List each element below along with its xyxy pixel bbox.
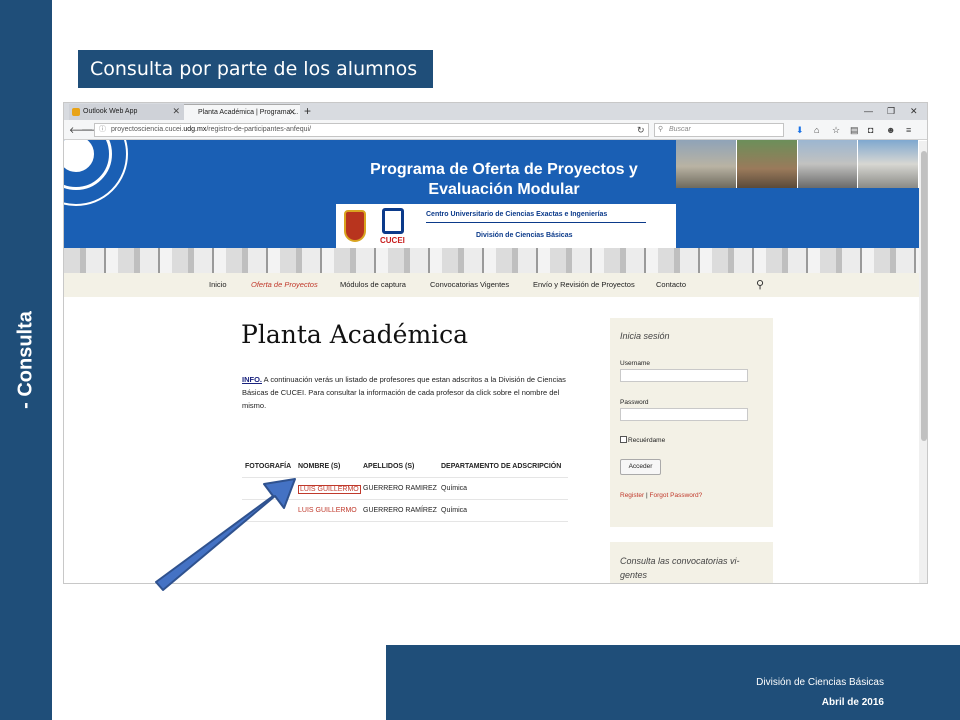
home-icon[interactable]: ⌂ xyxy=(814,123,819,137)
clipboard-icon[interactable]: ▤ xyxy=(850,123,859,137)
circle-decor-icon xyxy=(64,140,128,206)
site-header: Programa de Oferta de Proyectos y Evalua… xyxy=(64,140,919,248)
remember-me[interactable]: Recuérdame xyxy=(620,436,665,444)
cell-surname: GUERRERO RAMÍREZ xyxy=(363,507,437,514)
menu-item-convocatorias[interactable]: Convocatorias Vigentes xyxy=(430,280,509,289)
site-title-line2: Evaluación Modular xyxy=(428,181,580,198)
col-header-name: NOMBRE (S) xyxy=(298,463,341,470)
username-label: Username xyxy=(620,360,650,367)
maximize-icon[interactable]: ❐ xyxy=(887,103,895,119)
slide: - Consulta Consulta por parte de los alu… xyxy=(0,0,960,720)
username-input[interactable] xyxy=(620,369,748,382)
slide-footer: División de Ciencias Básicas Abril de 20… xyxy=(386,645,960,720)
divider xyxy=(426,222,646,223)
info-text: A continuación verás un listado de profe… xyxy=(242,375,566,410)
cell-dept: Química xyxy=(441,485,468,492)
side-bar: - Consulta xyxy=(0,0,52,720)
cucei-logo-text: CUCEI xyxy=(380,236,405,245)
menu-icon[interactable]: ≡ xyxy=(906,123,911,137)
side-label: - Consulta xyxy=(14,311,37,409)
col-header-dept: DEPARTAMENTO DE ADSCRIPCIÓN xyxy=(441,463,562,470)
close-icon[interactable]: ✕ xyxy=(172,104,180,119)
tab-label: Outlook Web App xyxy=(83,108,138,115)
register-link[interactable]: Register xyxy=(620,492,644,499)
professors-table: FOTOGRAFÍA NOMBRE (S) APELLIDOS (S) DEPA… xyxy=(242,456,568,522)
cell-dept: Química xyxy=(441,507,468,514)
col-header-photo: FOTOGRAFÍA xyxy=(245,463,292,470)
campus-photo xyxy=(858,140,919,188)
url-prefix: proyectosciencia.cucei. xyxy=(111,126,184,133)
site-title-line1: Programa de Oferta de Proyectos y xyxy=(370,161,638,178)
remember-label: Recuérdame xyxy=(628,437,666,444)
url-bar[interactable]: ⓘ proyectosciencia.cucei.udg.mx/registro… xyxy=(94,123,649,137)
login-links: Register | Forgot Password? xyxy=(620,492,702,499)
campus-photo xyxy=(797,140,859,188)
cell-surname: GUERRERO RAMIREZ xyxy=(363,485,437,492)
molecule-banner xyxy=(64,248,919,273)
login-widget: Inicia sesión Username Password Recuérda… xyxy=(610,318,773,527)
search-field[interactable]: ⚲ Buscar xyxy=(654,123,784,137)
minimize-icon[interactable]: — xyxy=(864,103,873,119)
logo-line2: División de Ciencias Básicas xyxy=(476,232,573,239)
password-label: Password xyxy=(620,399,649,406)
menu-item-modulos[interactable]: Módulos de captura xyxy=(340,280,406,289)
campus-photo xyxy=(736,140,798,188)
table-header: FOTOGRAFÍA NOMBRE (S) APELLIDOS (S) DEPA… xyxy=(242,456,568,478)
url-domain: udg.mx xyxy=(183,126,207,133)
smiley-icon[interactable]: ☻ xyxy=(886,123,895,137)
scrollbar[interactable] xyxy=(919,141,927,583)
site-menu: Inicio Oferta de Proyectos Módulos de ca… xyxy=(64,273,919,297)
login-title: Inicia sesión xyxy=(620,331,670,341)
campus-photo xyxy=(676,140,737,188)
bookmark-star-icon[interactable]: ☆ xyxy=(832,123,840,137)
search-icon: ⚲ xyxy=(658,126,664,133)
menu-item-envio[interactable]: Envío y Revisión de Proyectos xyxy=(533,280,635,289)
scrollbar-thumb[interactable] xyxy=(921,151,927,441)
site-title: Programa de Oferta de Proyectos y Evalua… xyxy=(334,160,674,200)
close-icon[interactable]: ✕ xyxy=(288,105,296,120)
convocatorias-widget: Consulta las convocatorias vi- gentes xyxy=(610,542,773,583)
footer-division: División de Ciencias Básicas xyxy=(756,677,884,688)
outlook-icon xyxy=(72,108,80,116)
tab-planta-academica[interactable]: Planta Académica | Programa ... ✕ xyxy=(184,104,300,120)
menu-item-oferta[interactable]: Oferta de Proyectos xyxy=(251,280,318,289)
remember-checkbox[interactable] xyxy=(620,436,627,443)
footer-date: Abril de 2016 xyxy=(821,697,884,708)
reload-icon[interactable]: ↻ xyxy=(637,123,645,137)
logo-panel: CUCEI Centro Universitario de Ciencias E… xyxy=(336,204,676,248)
new-tab-button[interactable]: + xyxy=(304,103,311,119)
browser-window: Outlook Web App ✕ Planta Académica | Pro… xyxy=(63,102,928,584)
menu-item-inicio[interactable]: Inicio xyxy=(209,280,227,289)
udg-crest-icon xyxy=(344,210,366,242)
header-photos xyxy=(676,140,919,188)
window-close-icon[interactable]: ✕ xyxy=(910,103,918,119)
info-paragraph: INFO. A continuación verás un listado de… xyxy=(242,373,572,412)
cucei-logo-icon xyxy=(382,208,404,234)
info-icon: ⓘ xyxy=(99,126,106,133)
menu-item-contacto[interactable]: Contacto xyxy=(656,280,686,289)
table-row: LUIS GUILLERMO GUERRERO RAMIREZ Química xyxy=(242,478,568,500)
tab-outlook[interactable]: Outlook Web App ✕ xyxy=(69,104,184,120)
col-header-surname: APELLIDOS (S) xyxy=(363,463,415,470)
url-path: /registro-de-participantes-anfequi/ xyxy=(206,126,312,133)
professor-name-link[interactable]: LUIS GUILLERMO xyxy=(298,485,361,494)
login-button[interactable]: Acceder xyxy=(620,459,661,475)
forgot-password-link[interactable]: Forgot Password? xyxy=(650,492,703,499)
page-title: Planta Académica xyxy=(241,320,469,349)
table-row: LUIS GUILLERMO GUERRERO RAMÍREZ Química xyxy=(242,500,568,522)
professor-name-link[interactable]: LUIS GUILLERMO xyxy=(298,507,357,514)
tab-label: Planta Académica | Programa ... xyxy=(198,109,299,116)
logo-line1: Centro Universitario de Ciencias Exactas… xyxy=(426,211,608,218)
tab-bar: Outlook Web App ✕ Planta Académica | Pro… xyxy=(64,103,927,120)
download-icon[interactable]: ⬇ xyxy=(796,123,804,137)
nav-bar: 🡐 🡒 ⓘ proyectosciencia.cucei.udg.mx/regi… xyxy=(64,120,927,140)
info-link[interactable]: INFO. xyxy=(242,375,262,384)
convocatorias-title: Consulta las convocatorias vi- gentes xyxy=(620,556,740,580)
web-page: Programa de Oferta de Proyectos y Evalua… xyxy=(64,140,919,583)
password-input[interactable] xyxy=(620,408,748,421)
search-icon[interactable]: ⚲ xyxy=(756,278,764,291)
slide-title: Consulta por parte de los alumnos xyxy=(78,50,433,88)
pocket-icon[interactable]: ◘ xyxy=(868,123,873,137)
search-placeholder: Buscar xyxy=(669,126,691,133)
